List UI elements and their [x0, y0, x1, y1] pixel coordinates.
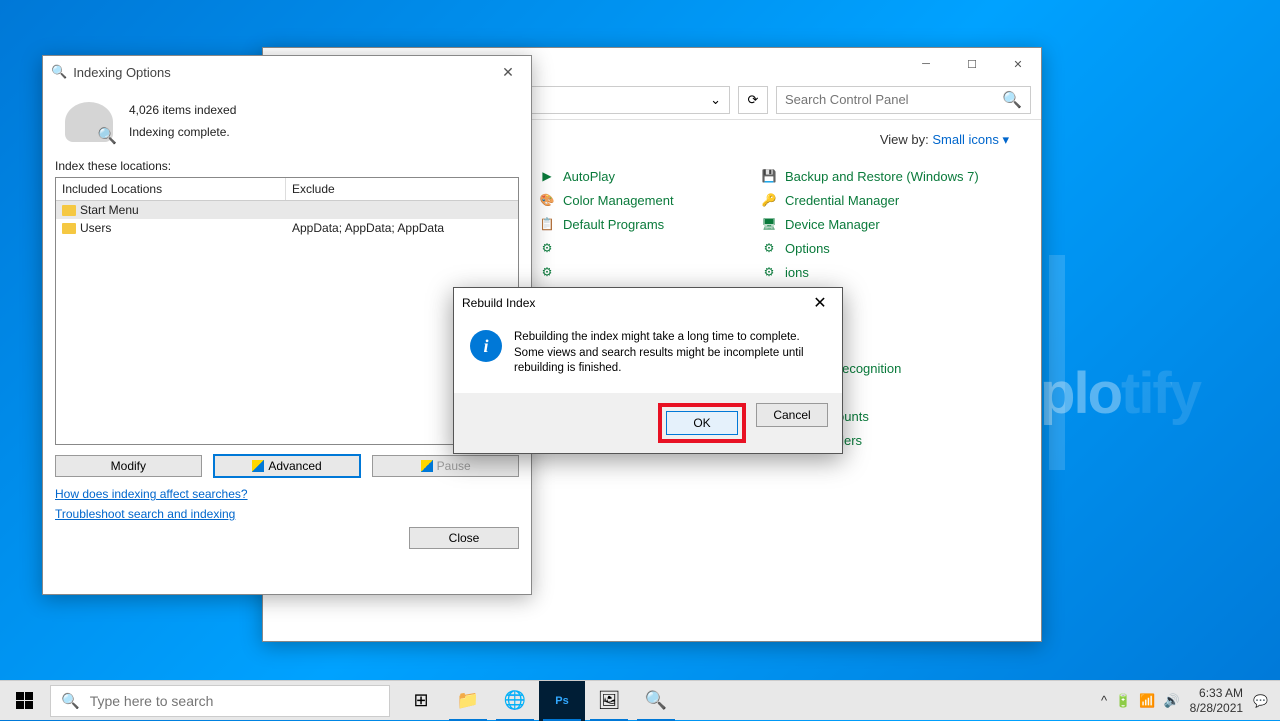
- table-header: Included Locations Exclude: [56, 178, 518, 201]
- indexing-icon: 🔍: [51, 64, 67, 80]
- close-button[interactable]: ✕: [493, 60, 523, 84]
- cp-item[interactable]: ▶AutoPlay: [537, 164, 759, 188]
- close-button[interactable]: ✕: [806, 291, 834, 315]
- info-icon: i: [470, 330, 502, 362]
- start-button[interactable]: [0, 681, 48, 721]
- folder-icon: [62, 205, 76, 216]
- chrome-icon[interactable]: 🌐: [492, 681, 538, 721]
- tray-icons: ^ 🔋 📶 🔊: [1101, 693, 1180, 709]
- indexing-close-row: Close: [55, 527, 519, 549]
- shield-icon: [252, 460, 264, 472]
- search-icon: 🔍: [1002, 90, 1022, 110]
- watermark-faded: tify: [1121, 361, 1200, 426]
- app-icon[interactable]: 🖼: [586, 681, 632, 721]
- clock[interactable]: 6:33 AM 8/28/2021: [1190, 686, 1243, 715]
- taskbar-search[interactable]: 🔍: [50, 685, 390, 717]
- explorer-icon[interactable]: 📁: [445, 681, 491, 721]
- rebuild-footer: OK Cancel: [454, 393, 842, 453]
- close-button[interactable]: ✕: [995, 49, 1041, 79]
- search-input[interactable]: [785, 92, 1002, 107]
- photoshop-icon[interactable]: Ps: [539, 681, 585, 721]
- generic-icon: ⚙: [539, 264, 555, 280]
- taskbar-search-input[interactable]: [90, 693, 379, 709]
- cp-item[interactable]: ⚙: [537, 236, 759, 260]
- locations-label: Index these locations:: [55, 159, 519, 173]
- generic-icon: ⚙: [761, 264, 777, 280]
- locations-table: Included Locations Exclude Start Menu Us…: [55, 177, 519, 445]
- indexing-complete: Indexing complete.: [129, 122, 236, 144]
- taskview-icon[interactable]: ⊞: [398, 681, 444, 721]
- indexing-title: Indexing Options: [73, 65, 493, 80]
- battery-icon[interactable]: 🔋: [1115, 693, 1131, 709]
- chevron-up-icon[interactable]: ^: [1101, 693, 1107, 709]
- refresh-button[interactable]: ⟳: [738, 86, 768, 114]
- ok-button[interactable]: OK: [666, 411, 738, 435]
- indexing-links: How does indexing affect searches? Troub…: [55, 487, 519, 521]
- rebuild-message: Rebuilding the index might take a long t…: [514, 330, 826, 377]
- shield-icon: [421, 460, 433, 472]
- folder-icon: [62, 223, 76, 234]
- help-link-troubleshoot[interactable]: Troubleshoot search and indexing: [55, 507, 519, 521]
- chevron-down-icon[interactable]: ⌄: [710, 92, 721, 108]
- cp-item[interactable]: ⚙Options: [759, 236, 981, 260]
- close-button[interactable]: Close: [409, 527, 519, 549]
- autoplay-icon: ▶: [539, 168, 555, 184]
- indexing-titlebar: 🔍 Indexing Options ✕: [43, 56, 531, 88]
- cp-item[interactable]: 🎨Color Management: [537, 188, 759, 212]
- credential-icon: 🔑: [761, 192, 777, 208]
- backup-icon: 💾: [761, 168, 777, 184]
- task-icons: ⊞ 📁 🌐 Ps 🖼 🔍: [398, 681, 679, 721]
- modify-button[interactable]: Modify: [55, 455, 202, 477]
- control-panel-search[interactable]: 🔍: [776, 86, 1031, 114]
- viewby-label: View by:: [880, 132, 929, 147]
- cp-item[interactable]: 📋Default Programs: [537, 212, 759, 236]
- generic-icon: ⚙: [761, 240, 777, 256]
- indexing-buttons: Modify Advanced Pause: [55, 455, 519, 477]
- generic-icon: ⚙: [539, 240, 555, 256]
- ok-highlight: OK: [658, 403, 746, 443]
- programs-icon: 📋: [539, 216, 555, 232]
- color-icon: 🎨: [539, 192, 555, 208]
- taskbar: 🔍 ⊞ 📁 🌐 Ps 🖼 🔍 ^ 🔋 📶 🔊 6:33 AM 8/28/2021…: [0, 680, 1280, 720]
- notifications-icon[interactable]: 💬: [1253, 694, 1268, 708]
- help-link-searches[interactable]: How does indexing affect searches?: [55, 487, 519, 501]
- viewby-dropdown[interactable]: Small icons ▾: [932, 132, 1009, 147]
- maximize-button[interactable]: ☐: [949, 49, 995, 79]
- table-row[interactable]: Start Menu: [56, 201, 518, 219]
- indexing-status: 4,026 items indexed Indexing complete.: [55, 96, 519, 159]
- drive-icon: [65, 102, 113, 142]
- cp-item[interactable]: 🔑Credential Manager: [759, 188, 981, 212]
- windows-logo-icon: [16, 692, 33, 709]
- date: 8/28/2021: [1190, 701, 1243, 715]
- items-indexed: 4,026 items indexed: [129, 100, 236, 122]
- minimize-button[interactable]: ─: [903, 49, 949, 79]
- search-icon: 🔍: [61, 692, 80, 710]
- cp-item[interactable]: 💾Backup and Restore (Windows 7): [759, 164, 981, 188]
- cp-item[interactable]: 🖥Device Manager: [759, 212, 981, 236]
- system-tray: ^ 🔋 📶 🔊 6:33 AM 8/28/2021 💬: [1101, 686, 1280, 715]
- table-row[interactable]: Users AppData; AppData; AppData: [56, 219, 518, 237]
- cp-item[interactable]: ⚙ions: [759, 260, 981, 284]
- advanced-button[interactable]: Advanced: [214, 455, 361, 477]
- cp-item[interactable]: ⚙: [537, 260, 759, 284]
- rebuild-title: Rebuild Index: [462, 296, 806, 310]
- indexing-stats: 4,026 items indexed Indexing complete.: [129, 100, 236, 143]
- volume-icon[interactable]: 🔊: [1163, 693, 1179, 709]
- device-icon: 🖥: [761, 216, 777, 232]
- th-exclude: Exclude: [286, 178, 341, 200]
- th-included: Included Locations: [56, 178, 286, 200]
- time: 6:33 AM: [1190, 686, 1243, 700]
- pause-button: Pause: [372, 455, 519, 477]
- indexing-taskbar-icon[interactable]: 🔍: [633, 681, 679, 721]
- rebuild-body: i Rebuilding the index might take a long…: [454, 318, 842, 393]
- rebuild-index-dialog: Rebuild Index ✕ i Rebuilding the index m…: [453, 287, 843, 454]
- rebuild-titlebar: Rebuild Index ✕: [454, 288, 842, 318]
- wifi-icon[interactable]: 📶: [1139, 693, 1155, 709]
- cancel-button[interactable]: Cancel: [756, 403, 828, 427]
